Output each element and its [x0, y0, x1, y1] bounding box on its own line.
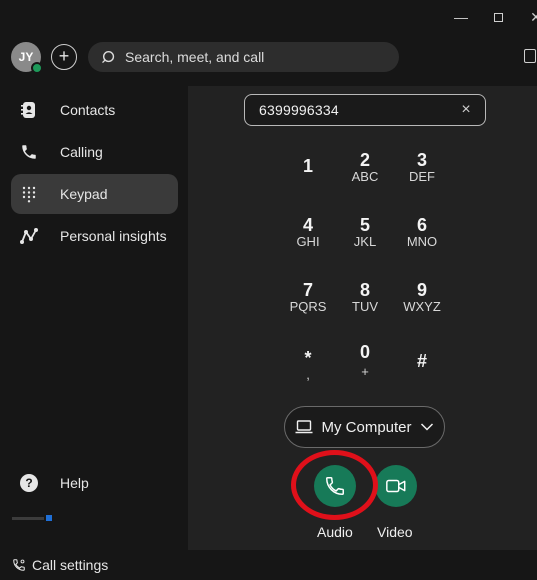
maximize-icon	[493, 13, 503, 22]
key-letters: ,	[306, 367, 310, 382]
key-letters: +	[361, 364, 369, 379]
video-call-button[interactable]	[375, 465, 417, 507]
clear-icon[interactable]: ×	[457, 101, 475, 119]
key-letters: DEF	[409, 169, 435, 184]
key-digit: 0	[359, 342, 370, 362]
device-label: My Computer	[321, 418, 412, 436]
help-label: Help	[60, 475, 89, 491]
key-8[interactable]: 8 TUV	[341, 280, 389, 328]
key-digit: 5	[359, 215, 370, 235]
key-2[interactable]: 2 ABC	[341, 150, 389, 198]
key-digit: 9	[416, 280, 427, 300]
key-5[interactable]: 5 JKL	[341, 215, 389, 263]
brand-logo	[12, 514, 56, 522]
key-letters: PQRS	[289, 299, 327, 314]
panel-toggle-icon[interactable]	[524, 49, 536, 63]
key-letters: GHI	[296, 234, 320, 249]
contacts-icon	[11, 90, 47, 130]
presence-indicator	[31, 62, 43, 74]
close-button[interactable]: ✕	[525, 6, 537, 28]
key-6[interactable]: 6 MNO	[398, 215, 446, 263]
sidebar-item-calling[interactable]: Calling	[11, 132, 178, 172]
sidebar-item-label: Calling	[60, 144, 103, 160]
key-4[interactable]: 4 GHI	[284, 215, 332, 263]
sidebar-item-label: Contacts	[60, 102, 116, 118]
video-label: Video	[377, 524, 413, 540]
call-settings-icon	[13, 559, 25, 571]
avatar-initials: JY	[18, 50, 34, 64]
help-icon: ?	[20, 474, 38, 492]
key-digit: 3	[416, 150, 427, 170]
search-input[interactable]	[125, 49, 385, 65]
video-camera-icon	[386, 479, 406, 493]
new-action-button[interactable]: +	[51, 44, 77, 70]
key-digit: 8	[359, 280, 370, 300]
keypad-icon	[11, 174, 47, 214]
key-letters: TUV	[352, 299, 378, 314]
call-settings-label: Call settings	[32, 557, 109, 573]
dial-number: 6399996334	[259, 102, 339, 118]
key-3[interactable]: 3 DEF	[398, 150, 446, 198]
sidebar-item-contacts[interactable]: Contacts	[11, 90, 178, 130]
minimize-button[interactable]: —	[450, 6, 472, 28]
laptop-icon	[295, 420, 313, 434]
key-digit: 6	[416, 215, 427, 235]
maximize-button[interactable]	[487, 6, 509, 28]
search-bar[interactable]	[88, 42, 399, 72]
key-letters: JKL	[353, 234, 377, 249]
insights-icon	[11, 216, 47, 256]
key-letters: ABC	[351, 169, 379, 184]
key-letters: MNO	[406, 234, 438, 249]
phone-icon	[11, 132, 47, 172]
key-digit: 7	[302, 280, 313, 300]
dial-number-field[interactable]: 6399996334 ×	[244, 94, 486, 126]
key-letters: WXYZ	[403, 299, 441, 314]
sidebar-item-keypad[interactable]: Keypad	[11, 174, 178, 214]
help-button[interactable]: ? Help	[11, 465, 178, 501]
app-window: — ✕ JY + Contacts	[0, 0, 537, 580]
call-settings-button[interactable]: Call settings	[12, 557, 108, 573]
key-7[interactable]: 7 PQRS	[284, 280, 332, 328]
key-hash[interactable]: #	[398, 345, 446, 393]
key-digit: 2	[359, 150, 370, 170]
key-0[interactable]: 0 +	[341, 342, 389, 390]
sidebar-item-personal-insights[interactable]: Personal insights	[11, 216, 178, 256]
chevron-down-icon	[420, 423, 433, 431]
key-digit: #	[416, 351, 427, 371]
key-9[interactable]: 9 WXYZ	[398, 280, 446, 328]
avatar[interactable]: JY	[11, 42, 43, 74]
sidebar-item-label: Personal insights	[60, 228, 167, 244]
key-1[interactable]: 1	[284, 150, 332, 198]
highlight-ring	[291, 450, 378, 520]
key-digit: *	[304, 348, 312, 368]
key-digit: 1	[302, 156, 313, 176]
device-selector[interactable]: My Computer	[284, 406, 445, 448]
sidebar-item-label: Keypad	[60, 186, 108, 202]
key-star[interactable]: * ,	[284, 345, 332, 393]
search-icon	[102, 50, 115, 63]
key-digit: 4	[302, 215, 313, 235]
audio-label: Audio	[317, 524, 353, 540]
